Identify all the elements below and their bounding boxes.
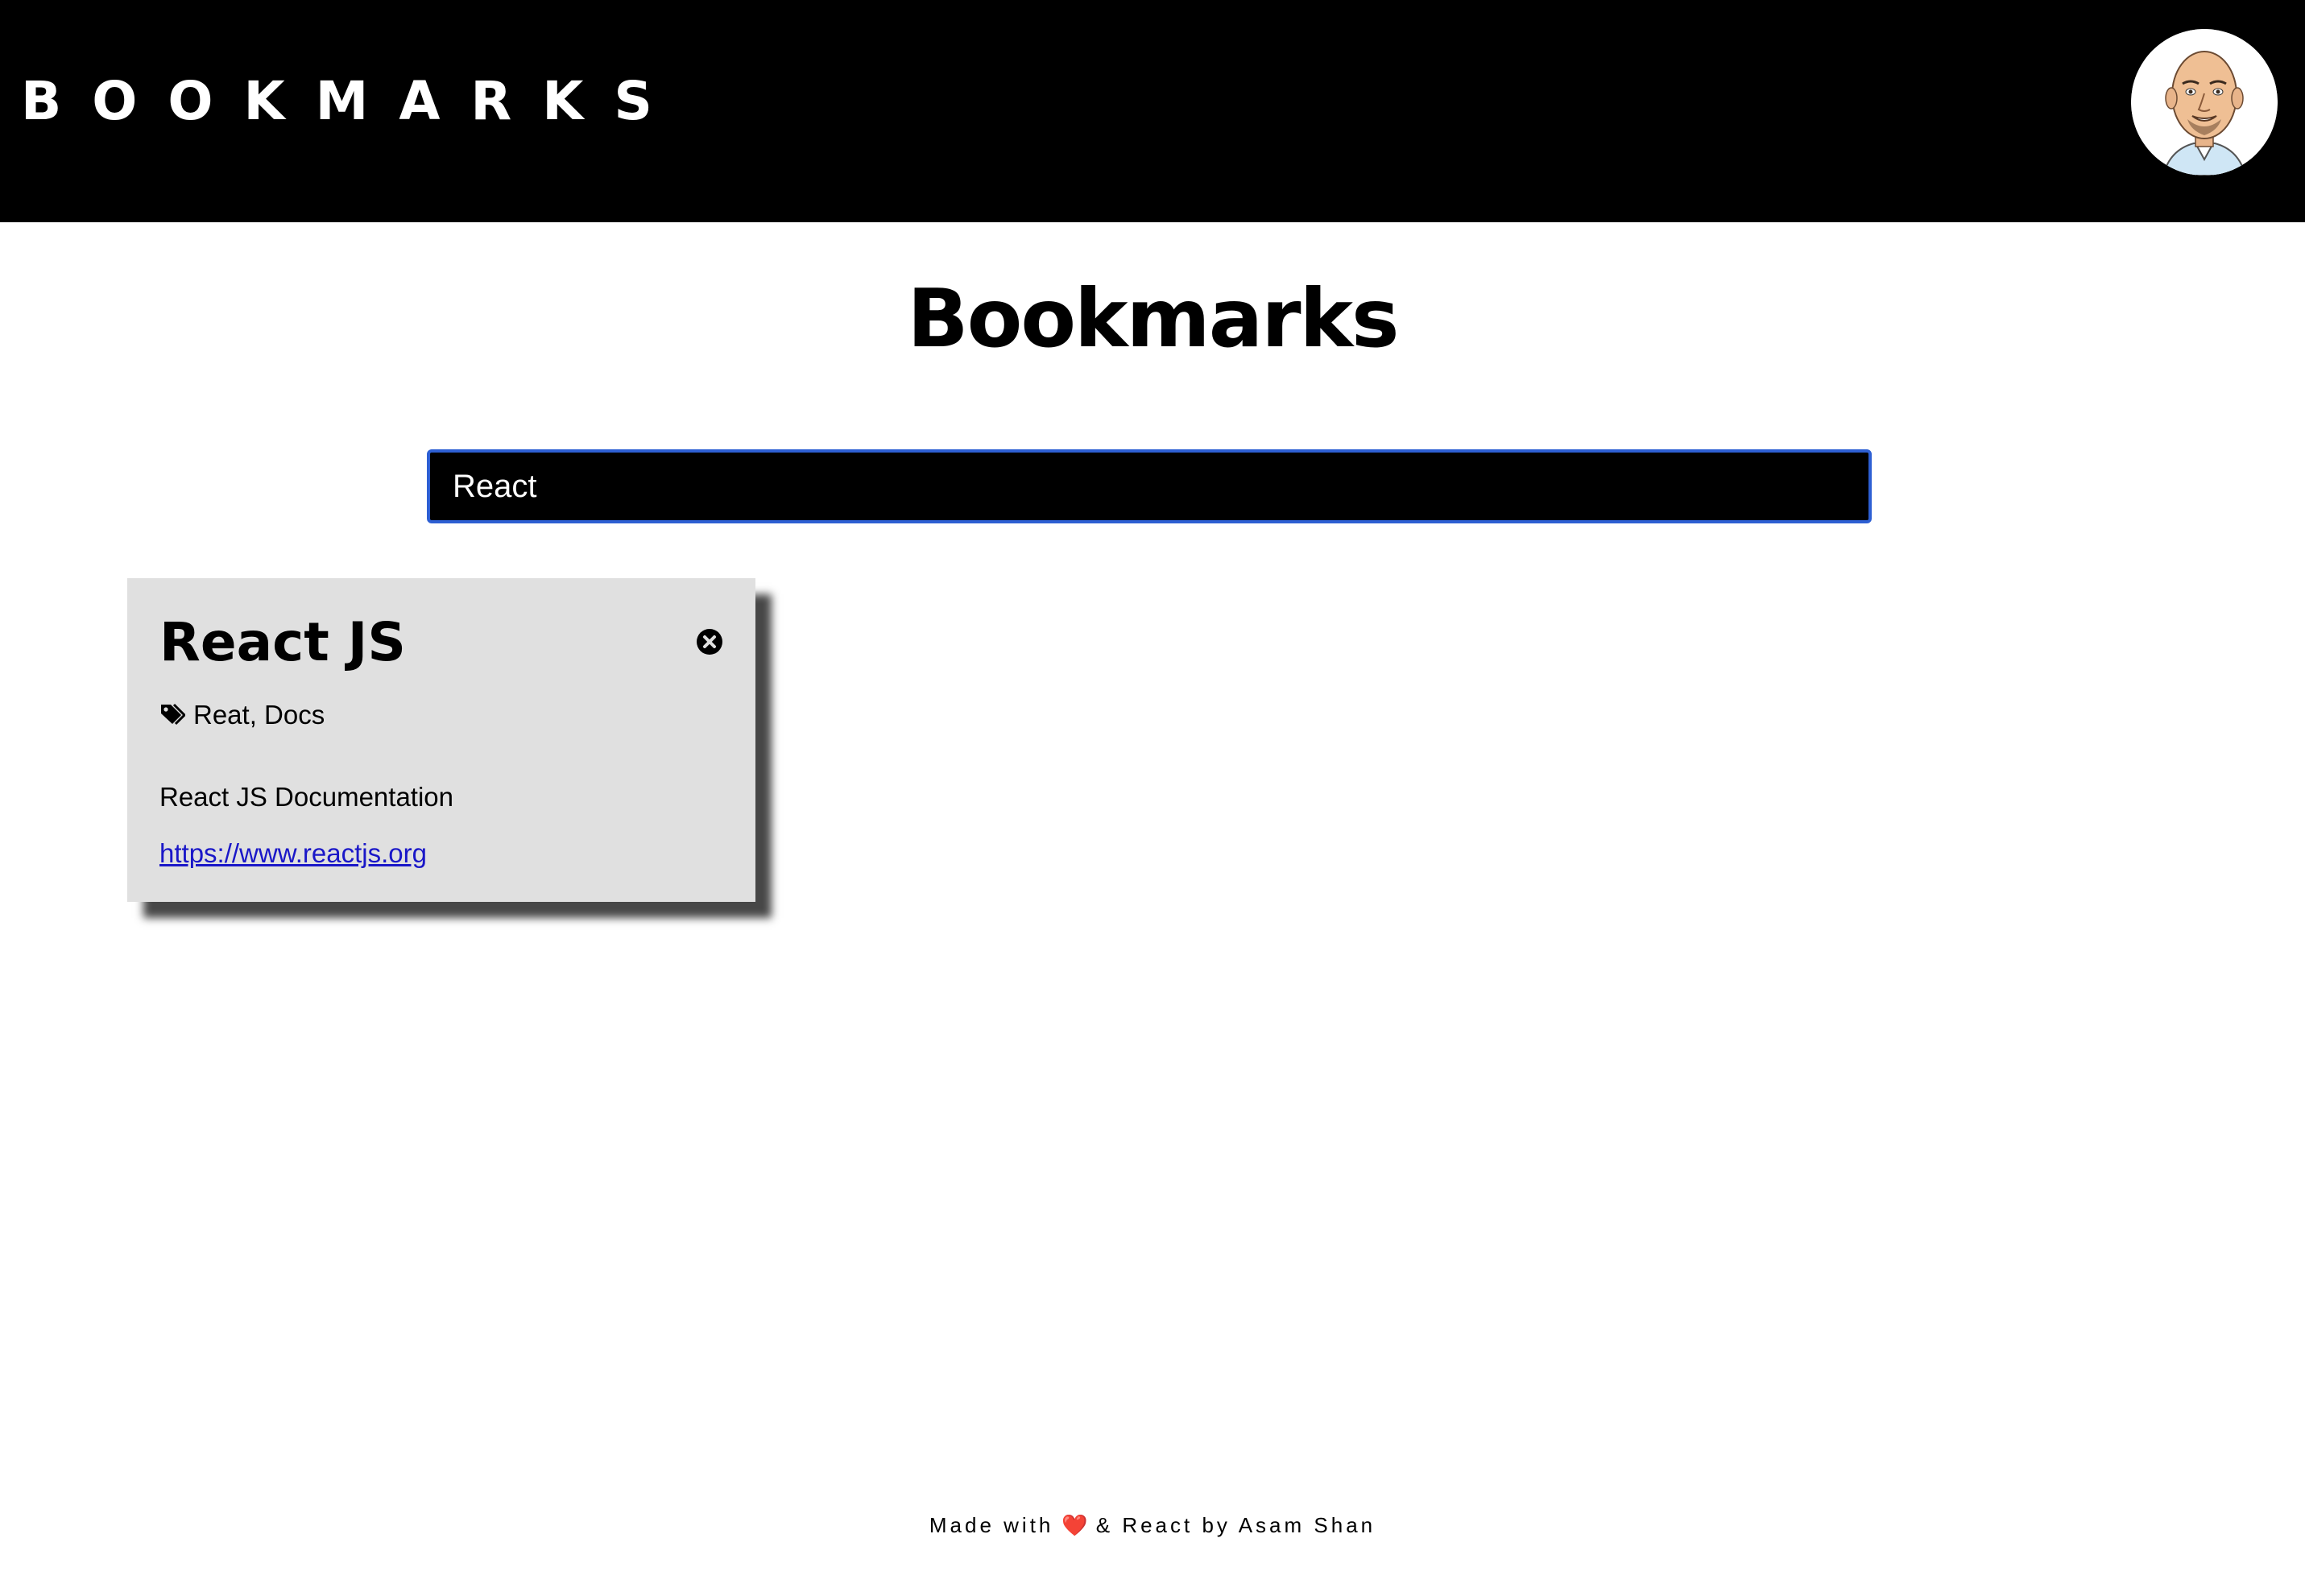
bookmark-card: React JS Reat, Docs React JS Documentati… xyxy=(127,578,755,902)
footer-made-with: Made with xyxy=(929,1513,1054,1537)
bookmark-tags: Reat, Docs xyxy=(159,697,325,733)
brand-logo-text[interactable]: BOOKMARKS xyxy=(21,69,683,134)
search-input[interactable] xyxy=(427,449,1872,523)
footer-credit: Made with ❤️ & React by Asam Shan xyxy=(0,1511,2305,1540)
heart-icon: ❤️ xyxy=(1061,1513,1088,1537)
bookmark-tags-text: Reat, Docs xyxy=(193,700,325,730)
tags-icon xyxy=(161,703,185,726)
bookmark-title: React JS xyxy=(159,611,406,673)
app-header: BOOKMARKS xyxy=(0,0,2305,222)
bookmark-description: React JS Documentation xyxy=(159,782,454,812)
bookmark-link[interactable]: https://www.reactjs.org xyxy=(159,836,427,871)
user-avatar[interactable] xyxy=(2131,29,2278,176)
close-icon[interactable] xyxy=(696,628,723,655)
page-title: Bookmarks xyxy=(907,271,1399,366)
avatar-caricature-icon xyxy=(2131,29,2278,176)
footer-by: & React by Asam Shan xyxy=(1095,1513,1376,1537)
